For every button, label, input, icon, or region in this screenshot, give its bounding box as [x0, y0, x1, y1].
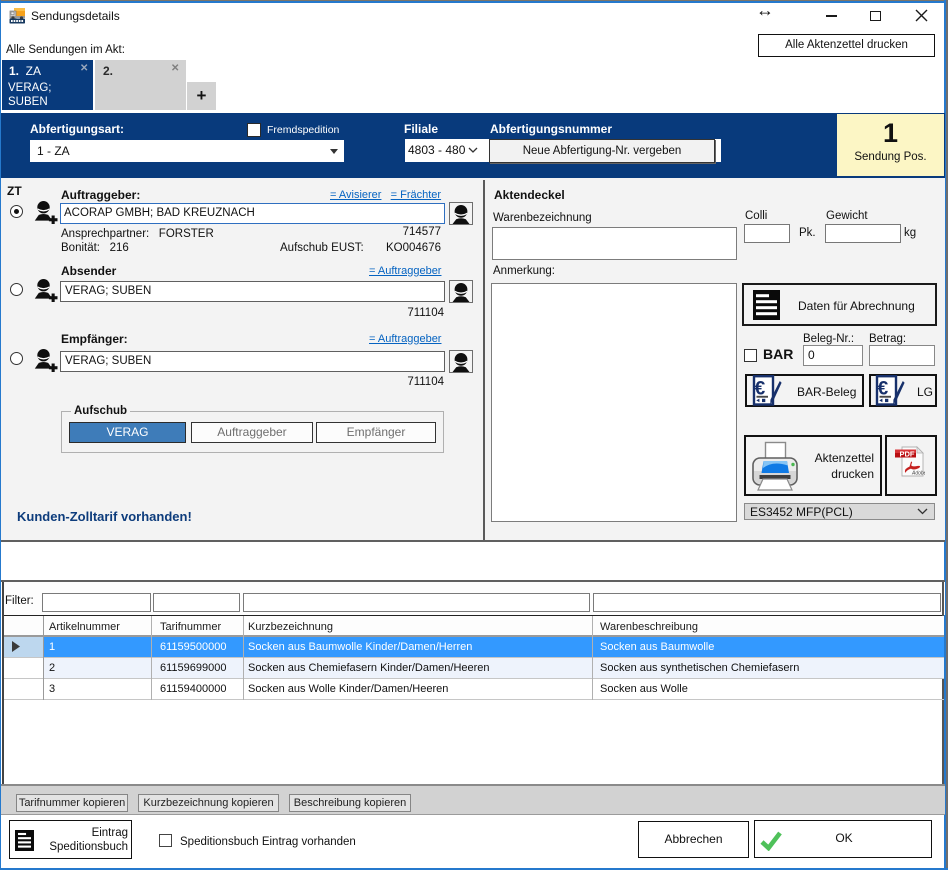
svg-text:Adobe: Adobe: [911, 471, 925, 477]
svg-text:PDF: PDF: [900, 449, 915, 458]
